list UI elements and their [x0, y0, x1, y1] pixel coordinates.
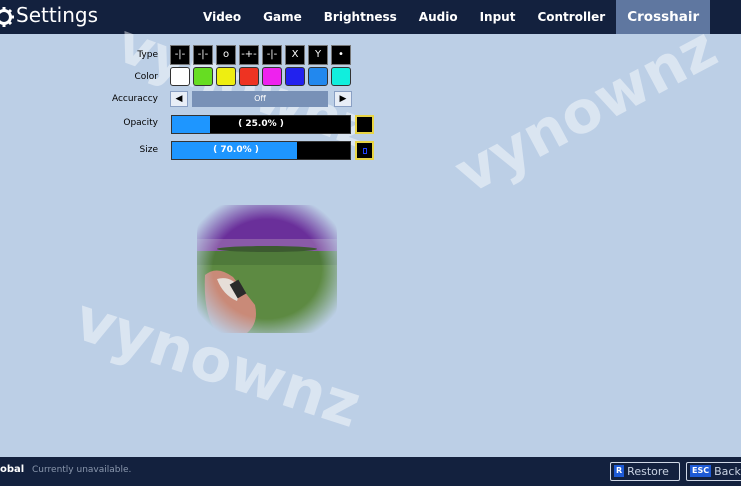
color-swatch[interactable] [262, 67, 282, 86]
tab-crosshair[interactable]: Crosshair [616, 0, 711, 34]
bottom-bar: obal Currently unavailable. R Restore ESC… [0, 457, 741, 486]
tab-game[interactable]: Game [252, 0, 313, 34]
crosshair-type-option[interactable]: Y [308, 45, 328, 65]
opacity-color-picker[interactable] [355, 115, 374, 134]
color-swatch[interactable] [331, 67, 351, 86]
page-title: Settings [16, 3, 99, 27]
color-label: Color [134, 72, 159, 82]
global-label: obal [0, 464, 25, 475]
color-swatch[interactable] [285, 67, 305, 86]
size-value: ( 70.0% ) [213, 145, 259, 155]
top-bar: Settings Video Game Brightness Audio Inp… [0, 0, 741, 34]
crosshair-type-option[interactable]: -|- [193, 45, 213, 65]
crosshair-preview-icon [363, 148, 367, 154]
crosshair-type-option[interactable]: -|- [170, 45, 190, 65]
restore-label: Restore [627, 465, 669, 478]
accuracy-next-button[interactable]: ▶ [334, 91, 352, 107]
r-key-icon: R [614, 465, 625, 477]
crosshair-preview-image [197, 205, 337, 333]
size-label: Size [139, 145, 158, 155]
color-swatch[interactable] [193, 67, 213, 86]
restore-button[interactable]: R Restore [610, 462, 680, 481]
tab-audio[interactable]: Audio [408, 0, 469, 34]
size-slider[interactable]: ( 70.0% ) [171, 141, 351, 160]
color-swatch[interactable] [239, 67, 259, 86]
crosshair-type-selector: -|- -|- o -+- -|- X Y • [170, 45, 351, 65]
back-label: Back [714, 465, 741, 478]
tab-bar: Video Game Brightness Audio Input Contro… [192, 0, 711, 34]
watermark: vynownz [443, 12, 728, 208]
crosshair-type-option[interactable]: o [216, 45, 236, 65]
opacity-value: ( 25.0% ) [238, 119, 284, 129]
accuracy-label: Accuraccy [111, 94, 158, 104]
size-color-picker[interactable] [355, 141, 374, 160]
color-swatch[interactable] [308, 67, 328, 86]
accuracy-prev-button[interactable]: ◀ [170, 91, 188, 107]
accuracy-value: Off [192, 91, 328, 107]
status-text: Currently unavailable. [32, 465, 132, 475]
crosshair-type-option[interactable]: X [285, 45, 305, 65]
opacity-label: Opacity [123, 118, 158, 128]
gear-icon [0, 7, 14, 27]
tab-brightness[interactable]: Brightness [313, 0, 408, 34]
opacity-slider[interactable]: ( 25.0% ) [171, 115, 351, 134]
color-swatch[interactable] [216, 67, 236, 86]
tab-video[interactable]: Video [192, 0, 252, 34]
color-swatch-row [170, 67, 351, 86]
esc-key-icon: ESC [690, 465, 712, 477]
tab-controller[interactable]: Controller [526, 0, 616, 34]
back-button[interactable]: ESC Back [686, 462, 741, 481]
crosshair-type-option[interactable]: • [331, 45, 351, 65]
crosshair-type-option[interactable]: -|- [262, 45, 282, 65]
crosshair-type-option[interactable]: -+- [239, 45, 259, 65]
color-swatch[interactable] [170, 67, 190, 86]
tab-input[interactable]: Input [469, 0, 527, 34]
type-label: Type [137, 50, 158, 60]
accuracy-selector: ◀ Off ▶ [170, 90, 352, 108]
